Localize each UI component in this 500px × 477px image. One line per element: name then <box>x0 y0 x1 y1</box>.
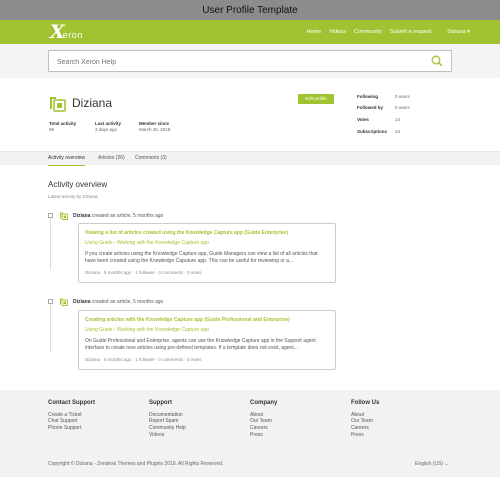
activity-entry-header: Diziana created an article, 5 months ago <box>73 213 163 219</box>
article-meta: Diziana · 5 months ago · 1 follower · 0 … <box>85 270 202 275</box>
template-title-bar: User Profile Template <box>0 0 500 20</box>
article-excerpt: On Guide Professional and Enterprise, ag… <box>85 338 316 351</box>
article-title[interactable]: Viewing a list of articles created using… <box>85 230 329 237</box>
section-subheading: Latest activity by Diziana <box>48 194 98 199</box>
profile-tabs: Activity overview Articles (26) Comments… <box>0 151 500 166</box>
stat-value: 3 days ago <box>95 127 118 132</box>
rstat-value: 0 users <box>395 94 410 99</box>
rstat-value: 0 users <box>395 105 410 110</box>
footer-link[interactable]: Careers <box>250 425 277 432</box>
footer-col-company: Company About Our Team Careers Press <box>250 400 277 439</box>
activity-action: created an article, 5 months ago <box>90 213 164 219</box>
footer-link[interactable]: Phone Support <box>48 425 95 432</box>
timeline-line <box>50 304 51 352</box>
breadcrumb-link[interactable]: Working with the Knowledge Capture app <box>117 327 209 333</box>
rstat-value: 14 <box>395 117 401 122</box>
logo-text: eron <box>62 30 83 40</box>
template-title: User Profile Template <box>202 5 298 16</box>
footer-link[interactable]: Documentation <box>149 412 186 419</box>
footer-link[interactable]: About <box>351 412 379 419</box>
user-icon <box>60 212 68 220</box>
site-header: X eron Home Videos Community Submit a re… <box>0 20 500 44</box>
section-heading: Activity overview <box>48 180 108 189</box>
footer-heading: Support <box>149 400 172 406</box>
top-nav: Home Videos Community Submit a request D… <box>307 20 470 44</box>
timeline-line <box>50 218 51 270</box>
activity-action: created an article, 5 months ago <box>90 299 164 305</box>
search-input[interactable] <box>49 52 419 73</box>
rstat-label: Subscriptions <box>357 129 388 134</box>
rstat-following[interactable]: Following 0 users <box>357 94 417 99</box>
footer-link[interactable]: Videos <box>149 432 186 439</box>
tab-activity-overview[interactable]: Activity overview <box>48 152 85 166</box>
footer-link[interactable]: Press <box>351 432 379 439</box>
user-menu[interactable]: Diziana ▾ <box>447 29 470 35</box>
article-meta: Diziana · 5 months ago · 1 follower · 0 … <box>85 357 202 362</box>
breadcrumb: Using Guide › Working with the Knowledge… <box>85 327 329 334</box>
rstat-value: 43 <box>395 129 401 134</box>
rstat-subscriptions[interactable]: Subscriptions 43 <box>357 129 417 134</box>
breadcrumb-link[interactable]: Using Guide <box>85 327 113 333</box>
footer-link[interactable]: Our Team <box>351 418 379 425</box>
nav-submit-request[interactable]: Submit a request <box>390 29 432 35</box>
footer-col-contact: Contact Support Create a Ticket Chat Sup… <box>48 400 95 432</box>
user-icon <box>60 298 68 306</box>
footer-link[interactable]: About <box>250 412 277 419</box>
activity-entry-header: Diziana created an article, 5 months ago <box>73 299 163 305</box>
footer-link[interactable]: Press <box>250 432 277 439</box>
footer-link[interactable]: Careers <box>351 425 379 432</box>
rstat-followed-by[interactable]: Followed by 0 users <box>357 105 417 110</box>
breadcrumb-link[interactable]: Using Guide <box>85 240 113 246</box>
breadcrumb: Using Guide › Working with the Knowledge… <box>85 240 329 247</box>
nav-videos[interactable]: Videos <box>329 29 346 35</box>
stat-member-since: Member since March 26, 2018 <box>139 121 170 133</box>
footer-link[interactable]: Create a Ticket <box>48 412 95 419</box>
footer-heading: Contact Support <box>48 400 95 406</box>
breadcrumb-link[interactable]: Working with the Knowledge Capture app <box>117 240 209 246</box>
footer-link[interactable]: Community Help <box>149 425 186 432</box>
search-box <box>48 50 452 73</box>
article-title[interactable]: Creating articles with the Knowledge Cap… <box>85 317 329 324</box>
footer-link[interactable]: Chat Support <box>48 418 95 425</box>
article-card: Viewing a list of articles created using… <box>78 223 336 283</box>
footer-heading: Follow Us <box>351 400 380 406</box>
stat-value: March 26, 2018 <box>139 127 171 132</box>
search-icon[interactable] <box>431 55 443 67</box>
timeline-dot <box>48 213 53 218</box>
timeline-dot <box>48 299 53 304</box>
article-excerpt: If you create articles using the Knowled… <box>85 251 318 264</box>
logo[interactable]: X eron <box>50 23 83 42</box>
footer-link[interactable]: Report Spam <box>149 418 186 425</box>
language-selector[interactable]: English (US) ⌄ <box>415 461 449 467</box>
footer-col-follow: Follow Us About Our Team Careers Press <box>351 400 379 439</box>
avatar-icon <box>50 97 66 112</box>
nav-home[interactable]: Home <box>307 29 322 35</box>
stat-last-activity: Last activity 3 days ago <box>95 121 121 133</box>
nav-community[interactable]: Community <box>354 29 382 35</box>
footer-col-support: Support Documentation Report Spam Commun… <box>149 400 186 439</box>
stat-value: 86 <box>49 127 55 132</box>
stat-total-activity: Total activity 86 <box>49 121 76 133</box>
edit-profile-button[interactable]: Edit profile <box>298 94 334 104</box>
rstat-label: Followed by <box>357 105 384 110</box>
profile-name: Diziana <box>72 96 113 110</box>
tab-articles[interactable]: Articles (26) <box>98 152 125 166</box>
footer-heading: Company <box>250 400 278 406</box>
tab-comments[interactable]: Comments (3) <box>135 152 167 166</box>
activity-user[interactable]: Diziana <box>73 213 91 219</box>
activity-user[interactable]: Diziana <box>73 299 91 305</box>
footer-link[interactable]: Our Team <box>250 418 277 425</box>
rstat-label: Votes <box>357 117 369 122</box>
rstat-label: Following <box>357 94 378 99</box>
rstat-votes: Votes 14 <box>357 117 417 122</box>
copyright: Copyright © Diziana - Zendesk Themes and… <box>48 461 224 467</box>
article-card: Creating articles with the Knowledge Cap… <box>78 310 336 370</box>
